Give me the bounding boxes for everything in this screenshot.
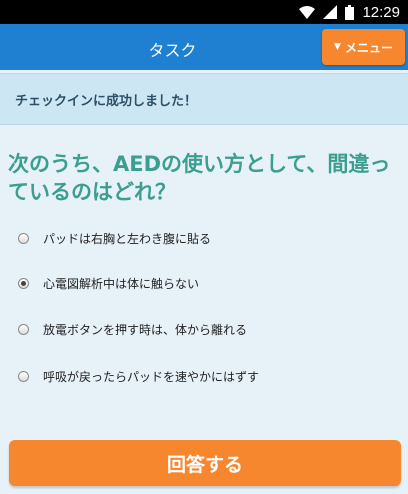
wifi-icon	[299, 5, 316, 19]
answer-option[interactable]: 放電ボタンを押す時は、体から離れる	[18, 319, 247, 339]
answer-option[interactable]: 心電図解析中は体に触らない	[18, 273, 199, 293]
page-title: タスク	[148, 41, 197, 60]
menu-button-label: メニュー	[344, 40, 393, 55]
success-banner: チェックインに成功しました！	[0, 73, 408, 125]
app-header: タスク ▼ メニュー	[0, 24, 408, 70]
banner-message: チェックインに成功しました！	[15, 94, 198, 109]
answer-option-label: パッドは右胸と左わき腹に貼る	[43, 231, 212, 246]
menu-button[interactable]: ▼ メニュー	[322, 29, 405, 65]
quiz-question: 次のうち、AEDの使い方として、間違っているのはどれ？	[8, 152, 391, 204]
radio-button[interactable]	[18, 370, 29, 382]
answer-option[interactable]: パッドは右胸と左わき腹に貼る	[18, 228, 211, 248]
submit-answer-button[interactable]: 回答する	[9, 440, 401, 486]
caret-down-icon: ▼	[334, 42, 341, 52]
radio-button[interactable]	[18, 323, 29, 335]
answer-option-label: 呼吸が戻ったらパッドを速やかにはずす	[43, 369, 260, 384]
radio-button[interactable]	[18, 232, 29, 244]
battery-icon	[345, 4, 355, 20]
status-time: 12:29	[362, 3, 400, 21]
answer-option-label: 心電図解析中は体に触らない	[43, 276, 200, 291]
status-bar: 12:29	[0, 0, 408, 24]
signal-icon	[323, 5, 338, 19]
radio-button[interactable]	[18, 277, 29, 289]
answer-option-label: 放電ボタンを押す時は、体から離れる	[43, 322, 248, 337]
status-icons: 12:29	[299, 3, 400, 21]
answer-option[interactable]: 呼吸が戻ったらパッドを速やかにはずす	[18, 366, 259, 386]
